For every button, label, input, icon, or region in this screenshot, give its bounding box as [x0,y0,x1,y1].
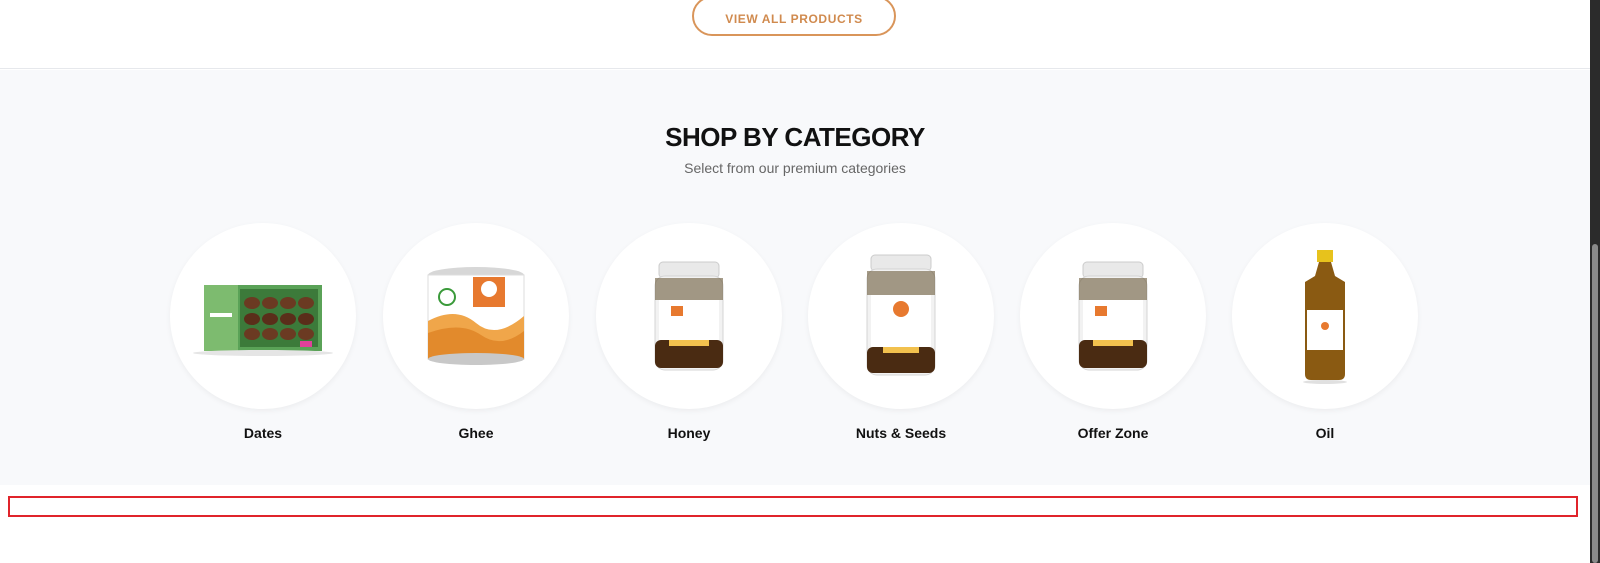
category-label[interactable]: Ghee [383,425,569,441]
section-title: SHOP BY CATEGORY [665,122,925,152]
oil-bottle-icon [1303,250,1347,384]
offer-jar-icon [1078,261,1148,371]
category-image-oil[interactable] [1232,223,1418,409]
ghee-tin-icon [427,267,525,365]
category-card-offer-zone[interactable]: Offer Zone [1020,223,1206,441]
category-label[interactable]: Nuts & Seeds [808,425,994,441]
view-all-products-button[interactable]: VIEW ALL PRODUCTS [692,0,896,36]
category-card-nuts-seeds[interactable]: Nuts & Seeds [808,223,994,441]
category-card-ghee[interactable]: Ghee [383,223,569,441]
category-card-dates[interactable]: Dates [170,223,356,441]
category-image-ghee[interactable] [383,223,569,409]
category-section: SHOP BY CATEGORY Select from our premium… [0,70,1590,485]
section-subtitle: Select from our premium categories [684,160,906,176]
dates-box-icon [193,285,333,356]
page: VIEW ALL PRODUCTS SHOP BY CATEGORY Selec… [0,0,1600,563]
highlighted-empty-area [8,496,1578,517]
honey-jar-icon [654,261,724,371]
category-image-nuts-seeds[interactable] [808,223,994,409]
category-label[interactable]: Dates [170,425,356,441]
category-card-honey[interactable]: Honey [596,223,782,441]
category-image-offer-zone[interactable] [1020,223,1206,409]
page-scrollbar[interactable] [1590,0,1600,563]
scrollbar-thumb[interactable] [1592,244,1598,563]
top-band: VIEW ALL PRODUCTS [0,0,1590,69]
category-label[interactable]: Oil [1232,425,1418,441]
category-label[interactable]: Honey [596,425,782,441]
category-label[interactable]: Offer Zone [1020,425,1206,441]
category-image-dates[interactable] [170,223,356,409]
nuts-jar-icon [866,254,936,376]
category-image-honey[interactable] [596,223,782,409]
category-card-oil[interactable]: Oil [1232,223,1418,441]
